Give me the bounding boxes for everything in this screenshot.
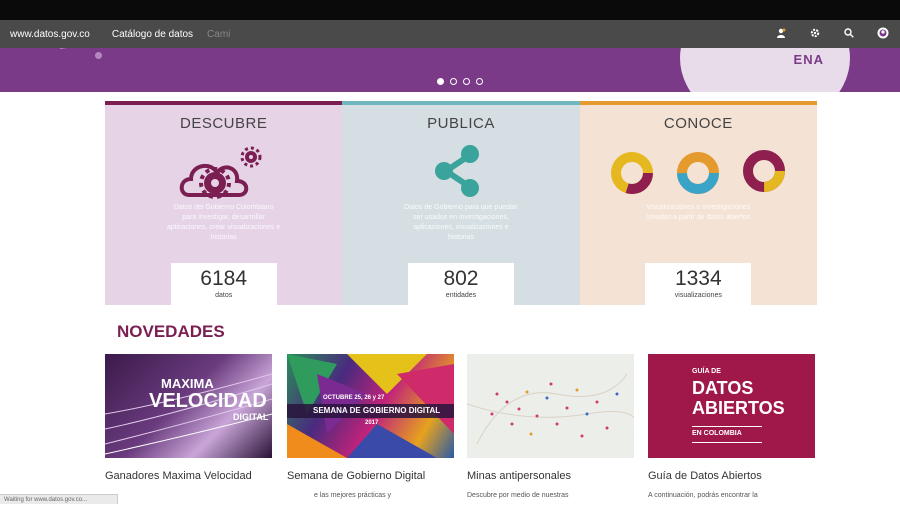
gear-icon[interactable] xyxy=(798,27,832,41)
panel-description: Visualizaciones e investigaciones creada… xyxy=(646,204,751,221)
card-image-text: VELOCIDAD xyxy=(149,390,267,412)
card-rule xyxy=(692,426,762,427)
panel-title: CONOCE xyxy=(663,115,733,132)
globe-icon[interactable] xyxy=(866,27,900,42)
panel-description: Datos del Gobierno Colombiano para inves… xyxy=(167,204,281,241)
count-box[interactable]: 1334 visualizaciones xyxy=(645,263,752,309)
browser-status-bar: Waiting for www.datos.gov.co... xyxy=(0,494,118,504)
site-nav: www.datos.gov.co Catálogo de datos Cami xyxy=(0,20,900,48)
map-graphic xyxy=(467,373,634,445)
card-image-text: 2017 xyxy=(365,420,379,426)
card-rule xyxy=(692,442,762,443)
hero-badge xyxy=(680,48,850,92)
search-icon[interactable] xyxy=(832,27,866,41)
card-image-text: DIGITAL xyxy=(233,412,269,422)
panel-conoce[interactable]: CONOCE Visualizaciones e investigaciones… xyxy=(579,101,817,309)
news-card-image[interactable]: OCTUBRE 25, 26 y 27 SEMANA DE GOBIERNO D… xyxy=(287,354,454,458)
panel-title: DESCUBRE xyxy=(179,115,268,132)
catalog-link[interactable]: Catálogo de datos xyxy=(112,29,193,40)
count-label: visualizaciones xyxy=(674,292,722,299)
nav-actions xyxy=(764,20,900,48)
feature-panels: DESCUBRE Datos del Gobierno Colombiano p… xyxy=(105,101,817,309)
count-label: datos xyxy=(215,292,233,299)
share-icon xyxy=(435,145,480,197)
panel-title: PUBLICA xyxy=(427,115,495,132)
news-card-snippet: e las mejores prácticas y xyxy=(314,492,392,499)
count-box[interactable]: 802 entidades xyxy=(407,263,514,309)
card-image-text: GUÍA DE xyxy=(692,368,721,375)
news-card-title[interactable]: Ganadores Maxima Velocidad xyxy=(105,470,252,482)
carousel-dot[interactable] xyxy=(463,78,470,85)
carousel-dot[interactable] xyxy=(437,78,444,85)
news-card-title[interactable]: Semana de Gobierno Digital xyxy=(287,470,425,482)
news-card-image[interactable]: GUÍA DE DATOS ABIERTOS EN COLOMBIA xyxy=(648,354,815,458)
panel-publica[interactable]: PUBLICA Datos de Gobierno para que pueda… xyxy=(342,101,580,309)
hero-node xyxy=(95,52,102,59)
novedades-heading: NOVEDADES xyxy=(117,322,225,341)
browser-top-bar xyxy=(0,0,900,20)
count-label: entidades xyxy=(445,292,477,299)
donut-charts-icon xyxy=(610,150,785,194)
card-image-text: OCTUBRE 25, 26 y 27 xyxy=(323,395,385,401)
count-value: 1334 xyxy=(674,267,722,290)
carousel-dot[interactable] xyxy=(450,78,457,85)
news-card-snippet: Descubre por medio de nuestras xyxy=(467,492,569,499)
count-value: 802 xyxy=(443,267,479,290)
card-image-title: DATOS ABIERTOS xyxy=(692,378,785,418)
card-image-text: ABIERTOS xyxy=(692,398,785,418)
user-icon[interactable] xyxy=(764,27,798,41)
carousel-dot[interactable] xyxy=(476,78,483,85)
card-image-text: DATOS xyxy=(692,378,754,398)
nav-search-ghost[interactable]: Cami xyxy=(207,29,230,40)
news-card-image[interactable]: MAXIMA VELOCIDAD DIGITAL xyxy=(105,354,272,458)
count-box[interactable]: 6184 datos xyxy=(170,263,277,309)
hero-line xyxy=(59,48,179,49)
panel-descubre[interactable]: DESCUBRE Datos del Gobierno Colombiano p… xyxy=(105,101,343,309)
news-card-snippet: A continuación, podrás encontrar la xyxy=(648,492,758,499)
panel-description: Datos de Gobierno para que puedan ser us… xyxy=(404,204,518,241)
cloud-gears-icon xyxy=(179,146,262,199)
brand-link[interactable]: www.datos.gov.co xyxy=(10,29,90,40)
hero-banner[interactable]: ENA xyxy=(0,48,900,92)
count-value: 6184 xyxy=(200,267,248,290)
hero-badge-text: ENA xyxy=(793,52,824,67)
card-image-text: EN COLOMBIA xyxy=(692,430,742,437)
carousel-dots xyxy=(437,78,483,85)
news-card-image[interactable] xyxy=(467,354,634,458)
card-image-text: SEMANA DE GOBIERNO DIGITAL xyxy=(313,406,441,415)
news-card-title[interactable]: Minas antipersonales xyxy=(467,470,571,482)
card-image-text: MAXIMA xyxy=(161,376,214,391)
news-card-title[interactable]: Guía de Datos Abiertos xyxy=(648,470,762,482)
